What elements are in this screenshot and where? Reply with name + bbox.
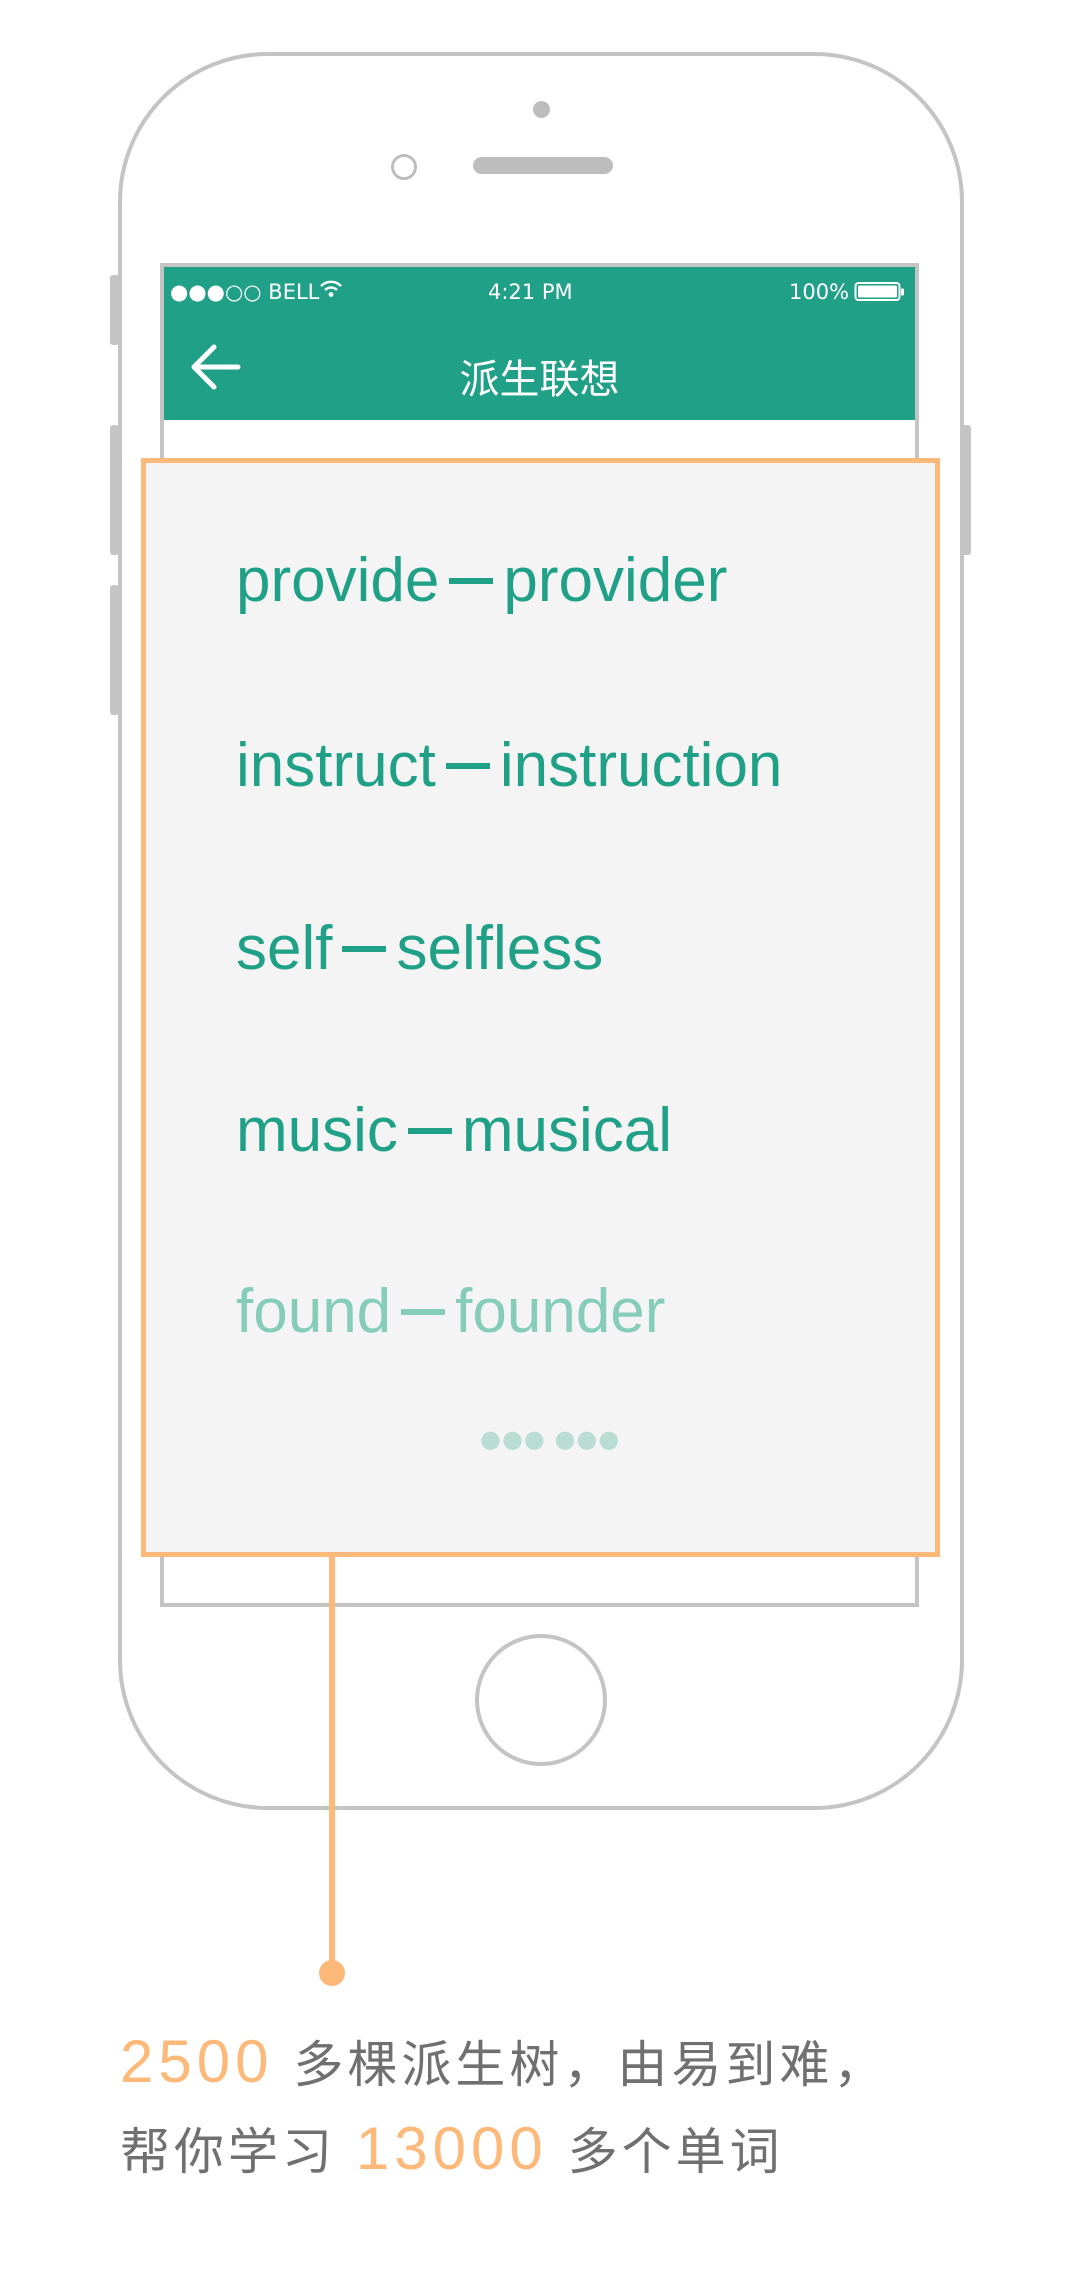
phone-sensor <box>533 101 550 118</box>
base-word: found <box>236 1277 392 1346</box>
base-word: music <box>236 1096 398 1165</box>
word-list-card <box>141 458 940 1557</box>
dash-separator <box>449 577 494 584</box>
derived-word: musical <box>461 1096 673 1165</box>
caption-line-1: 2500 多棵派生树，由易到难， <box>120 2025 887 2097</box>
more-indicator: ●●● ●●● <box>480 1425 621 1453</box>
battery-icon <box>854 282 904 301</box>
derived-word: founder <box>455 1277 666 1346</box>
derived-word: instruction <box>499 731 783 800</box>
battery-percent: 100% <box>789 280 850 304</box>
caption-line-2: 帮你学习 13000 多个单词 <box>120 2112 784 2184</box>
dash-separator <box>342 945 387 952</box>
page-title: 派生联想 <box>459 357 620 403</box>
home-button[interactable] <box>475 1634 607 1766</box>
dash-separator <box>445 762 490 769</box>
status-bar: ●●●○○ BELL 4:21 PM 100% <box>164 267 915 317</box>
nav-bar: 派生联想 <box>164 317 915 420</box>
phone-speaker <box>473 157 613 174</box>
base-word: self <box>236 914 333 983</box>
phone-camera <box>391 154 417 180</box>
derived-word: provider <box>503 546 728 615</box>
caption-text-2a: 帮你学习 <box>120 2123 336 2181</box>
phone-power-button <box>962 425 971 555</box>
base-word: instruct <box>236 731 436 800</box>
list-item[interactable]: music musical <box>236 1095 672 1166</box>
list-item[interactable]: self selfless <box>236 913 603 984</box>
word-count: 13000 <box>355 2115 548 2182</box>
phone-volume-up <box>110 425 119 555</box>
callout-dot <box>319 1960 345 1986</box>
phone-volume-down <box>110 585 119 715</box>
caption-text-2b: 多个单词 <box>567 2123 784 2181</box>
caption-text-1: 多棵派生树，由易到难， <box>293 2036 888 2094</box>
list-item[interactable]: instruct instruction <box>236 730 782 801</box>
phone-silent-switch <box>110 275 119 345</box>
dash-separator <box>407 1127 452 1134</box>
wifi-icon <box>320 280 342 297</box>
carrier-label: ●●●○○ BELL <box>170 280 320 304</box>
list-item[interactable]: provide provider <box>236 545 727 616</box>
tree-count: 2500 <box>120 2028 274 2095</box>
callout-line <box>329 1555 335 1975</box>
list-item[interactable]: found founder <box>236 1276 665 1347</box>
base-word: provide <box>236 546 440 615</box>
derived-word: selfless <box>396 914 604 983</box>
dash-separator <box>401 1308 446 1315</box>
status-time: 4:21 PM <box>488 280 573 304</box>
